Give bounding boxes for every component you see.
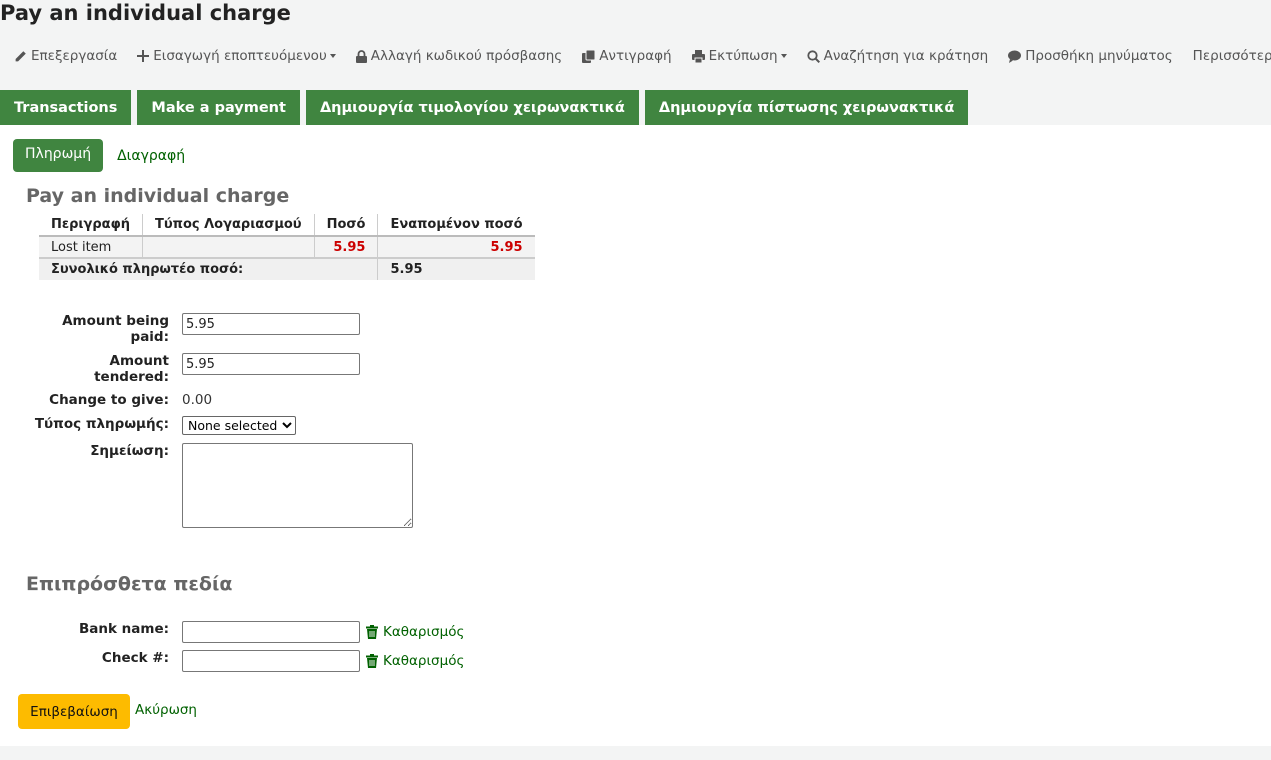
plus-icon — [137, 50, 150, 62]
cell-description: Lost item — [39, 236, 144, 259]
check-number-row: Check #: Καθαρισμός — [0, 650, 464, 672]
table-row: Lost item 5.95 5.95 — [39, 236, 535, 259]
copy-icon — [582, 49, 596, 63]
confirm-button[interactable]: Επιβεβαίωση — [18, 694, 130, 729]
duplicate-button[interactable]: Αντιγραφή — [582, 48, 672, 64]
more-dropdown[interactable]: Περισσότερα — [1193, 48, 1271, 64]
total-label: Συνολικό πληρωτέο ποσό: — [39, 258, 379, 280]
cell-amount: 5.95 — [314, 236, 379, 259]
page-title: Pay an individual charge — [0, 1, 291, 25]
extra-fields-title: Επιπρόσθετα πεδία — [26, 573, 233, 595]
charges-table: Περιγραφή Τύπος Λογαριασμού Ποσό Εναπομέ… — [39, 214, 535, 280]
pencil-icon — [15, 50, 26, 61]
add-guarantee-button[interactable]: Εισαγωγή εποπτευόμενου — [137, 48, 336, 64]
column-header-description: Περιγραφή — [39, 214, 144, 237]
subtab-delete[interactable]: Διαγραφή — [117, 148, 185, 164]
clear-check-number-link[interactable]: Καθαρισμός — [366, 653, 464, 669]
amount-paid-label: Amount being paid: — [62, 313, 169, 345]
check-number-label: Check #: — [101, 650, 169, 666]
bank-name-input[interactable] — [182, 621, 360, 643]
account-tabs: Transactions Make a payment Δημιουργία τ… — [0, 90, 974, 126]
lock-icon — [355, 49, 367, 63]
section-title: Pay an individual charge — [26, 185, 290, 207]
bank-name-row: Bank name: Καθαρισμός — [0, 621, 464, 643]
cell-account-type — [142, 236, 315, 259]
column-header-account-type: Τύπος Λογαριασμού — [142, 214, 315, 237]
payment-type-label: Τύπος πληρωμής: — [34, 416, 169, 432]
payment-type-select[interactable]: None selected — [182, 416, 296, 435]
amount-tendered-input[interactable] — [182, 353, 360, 375]
search-icon — [806, 49, 820, 63]
search-hold-button[interactable]: Αναζήτηση για κράτηση — [806, 48, 988, 64]
cancel-link[interactable]: Ακύρωση — [135, 702, 197, 718]
payment-type-row: Τύπος πληρωμής: None selected — [0, 416, 296, 435]
patron-toolbar: Επεξεργασία Εισαγωγή εποπτευόμενου Αλλαγ… — [14, 44, 1271, 68]
amount-tendered-label: Amount tendered: — [94, 353, 169, 385]
tab-create-credit[interactable]: Δημιουργία πίστωσης χειρωνακτικά — [644, 90, 969, 126]
note-label: Σημείωση: — [90, 443, 169, 459]
tab-create-invoice[interactable]: Δημιουργία τιμολογίου χειρωνακτικά — [305, 90, 639, 126]
column-header-outstanding: Εναπομένον ποσό — [377, 214, 535, 237]
add-message-button[interactable]: Προσθήκη μηνύματος — [1008, 48, 1173, 64]
print-button[interactable]: Εκτύπωση — [691, 48, 787, 64]
check-number-input[interactable] — [182, 650, 360, 672]
payment-panel: Πληρωμή Διαγραφή Pay an individual charg… — [0, 125, 1271, 746]
printer-icon — [691, 49, 705, 63]
caret-down-icon — [329, 54, 336, 58]
comment-icon — [1008, 50, 1022, 63]
caret-down-icon — [780, 54, 787, 58]
change-password-button[interactable]: Αλλαγή κωδικού πρόσβασης — [355, 48, 562, 64]
note-row: Σημείωση: — [0, 443, 413, 532]
amount-paid-input[interactable] — [182, 313, 360, 335]
trash-icon — [366, 654, 378, 668]
clear-bank-name-link[interactable]: Καθαρισμός — [366, 624, 464, 640]
amount-paid-row: Amount being paid: — [0, 313, 360, 345]
bank-name-label: Bank name: — [78, 621, 169, 637]
tab-transactions[interactable]: Transactions — [0, 90, 132, 126]
column-header-amount: Ποσό — [314, 214, 379, 237]
amount-tendered-row: Amount tendered: — [0, 353, 360, 385]
change-label: Change to give: — [49, 392, 169, 408]
trash-icon — [366, 625, 378, 639]
subtabs: Πληρωμή Διαγραφή — [13, 139, 185, 172]
change-value: 0.00 — [182, 392, 213, 408]
edit-button[interactable]: Επεξεργασία — [14, 48, 117, 64]
note-textarea[interactable] — [182, 443, 413, 528]
change-row: Change to give: 0.00 — [0, 392, 212, 408]
total-value: 5.95 — [377, 258, 535, 280]
tab-make-payment[interactable]: Make a payment — [137, 90, 300, 126]
cell-outstanding: 5.95 — [377, 236, 535, 259]
subtab-pay[interactable]: Πληρωμή — [13, 139, 104, 172]
